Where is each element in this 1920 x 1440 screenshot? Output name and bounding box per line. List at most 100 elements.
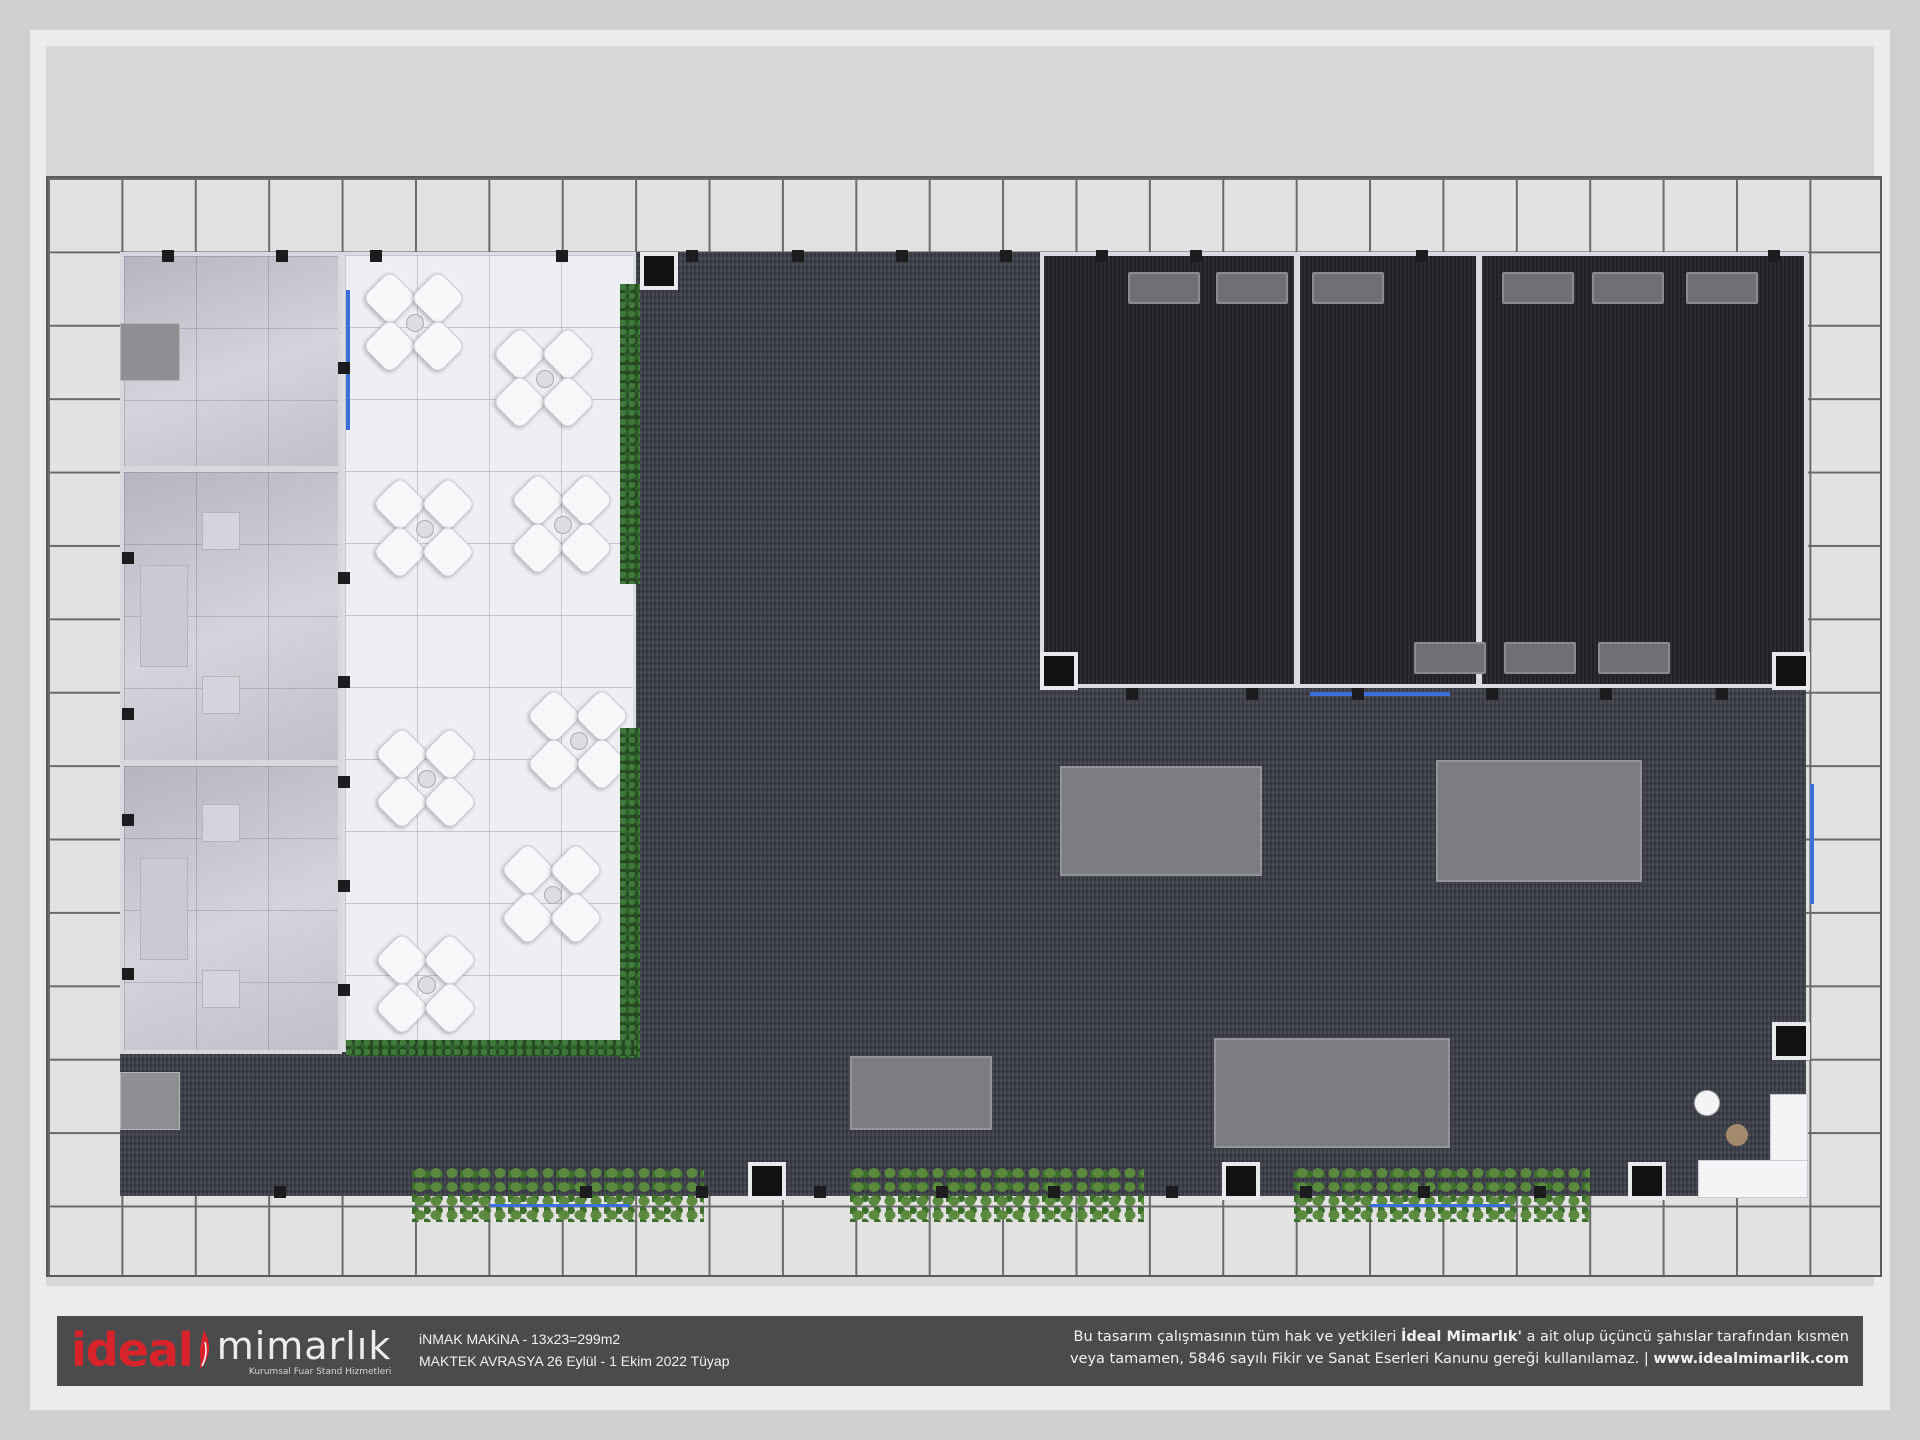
cafe-seating-group [361, 269, 467, 375]
copyright-brand: İdeal Mimarlık' [1401, 1329, 1522, 1345]
wall-pillar [580, 1186, 592, 1198]
meeting-table-1 [140, 565, 188, 667]
reception-person [1726, 1124, 1748, 1146]
cafe-seating-group [499, 841, 605, 947]
wall-pillar [338, 880, 350, 892]
wall-pillar [122, 708, 134, 720]
wall-pillar [1600, 688, 1612, 700]
wall-pillar [370, 250, 382, 262]
wall-pillar [1534, 1186, 1546, 1198]
display-bench [1216, 272, 1288, 304]
display-bench [1414, 642, 1486, 674]
wall-pillar [338, 776, 350, 788]
display-bench [1504, 642, 1576, 674]
hedge-planter [346, 1040, 636, 1056]
machine-display-platform [1436, 760, 1642, 882]
wall-pillar [276, 250, 288, 262]
wall-pillar [1416, 250, 1428, 262]
display-bench [1592, 272, 1664, 304]
machine-display-platform [1060, 766, 1262, 876]
display-bench [1312, 272, 1384, 304]
display-room-3 [1478, 252, 1808, 688]
wall-pillar [814, 1186, 826, 1198]
project-info: iNMAK MAKiNA - 13x23=299m2 MAKTEK AVRASY… [419, 1328, 729, 1372]
wall-pillar [936, 1186, 948, 1198]
structural-post [1772, 1022, 1810, 1060]
wall-pillar [1486, 688, 1498, 700]
logo-tagline: Kurumsal Fuar Stand Hizmetleri [248, 1367, 392, 1377]
structural-post [748, 1162, 786, 1200]
project-event: MAKTEK AVRASYA 26 Eylül - 1 Ekim 2022 Tü… [419, 1353, 730, 1369]
wall-pillar [122, 552, 134, 564]
wall-pillar [1048, 1186, 1060, 1198]
meeting-chair [202, 804, 240, 842]
wall-pillar [1126, 688, 1138, 700]
wall-pillar [696, 1186, 708, 1198]
copyright-text: veya tamamen, 5846 sayılı Fikir ve Sanat… [1069, 1351, 1654, 1367]
wall-pillar [1300, 1186, 1312, 1198]
wall-pillar [1000, 250, 1012, 262]
structural-post [1040, 652, 1078, 690]
display-room-1 [1040, 252, 1298, 688]
reception-counter [1698, 1160, 1808, 1198]
wall-pillar [792, 250, 804, 262]
wall-pillar [1352, 688, 1364, 700]
meeting-chair [202, 970, 240, 1008]
wall-pillar [1246, 688, 1258, 700]
machine-display-platform [1214, 1038, 1450, 1148]
structural-post [1772, 652, 1810, 690]
display-bench [1598, 642, 1670, 674]
corner-cabinet [120, 1072, 180, 1130]
wall-pillar [338, 572, 350, 584]
meeting-chair [202, 676, 240, 714]
logo-wordmark-ideal: ideal [71, 1323, 194, 1377]
brand-logo: ideal mimarlık Kurumsal Fuar Stand Hizme… [71, 1322, 391, 1378]
wall-pillar [122, 814, 134, 826]
display-bench [1502, 272, 1574, 304]
wall-pillar [274, 1186, 286, 1198]
blue-led-strip [490, 1204, 630, 1207]
storage-cabinet [120, 323, 180, 381]
wall-pillar [122, 968, 134, 980]
copyright-text: Bu tasarım çalışmasının tüm hak ve yetki… [1073, 1329, 1402, 1345]
wall-pillar [896, 250, 908, 262]
blue-led-strip [1810, 784, 1814, 904]
meeting-table-2 [140, 858, 188, 960]
cafe-seating-group [509, 471, 615, 577]
reception-stool [1694, 1090, 1720, 1116]
cafe-seating-group [371, 475, 477, 581]
front-planter [412, 1166, 704, 1222]
wall-pillar [1418, 1186, 1430, 1198]
meeting-chair [202, 512, 240, 550]
blue-led-strip [1370, 1204, 1510, 1207]
wall-pillar [338, 984, 350, 996]
flame-icon [198, 1330, 209, 1370]
wall-pillar [556, 250, 568, 262]
wall-pillar [686, 250, 698, 262]
blue-led-strip [346, 290, 350, 430]
structural-post [1222, 1162, 1260, 1200]
display-bench [1128, 272, 1200, 304]
wall-pillar [338, 676, 350, 688]
display-bench [1686, 272, 1758, 304]
cafe-seating-group [373, 725, 479, 831]
logo-wordmark-mimarlik: mimarlık [216, 1324, 392, 1368]
wall-pillar [1190, 250, 1202, 262]
footer-banner: ideal mimarlık Kurumsal Fuar Stand Hizme… [57, 1316, 1863, 1386]
cafe-seating-group [491, 325, 597, 431]
wall-pillar [162, 250, 174, 262]
copyright-notice: Bu tasarım çalışmasının tüm hak ve yetki… [1070, 1326, 1849, 1370]
hedge-planter [620, 728, 640, 1058]
website-link[interactable]: www.idealmimarlik.com [1653, 1351, 1849, 1367]
hedge-planter [620, 284, 640, 584]
cafe-seating-group [525, 687, 631, 793]
wall-pillar [1166, 1186, 1178, 1198]
wall-pillar [1768, 250, 1780, 262]
structural-post [1628, 1162, 1666, 1200]
structural-post [640, 252, 678, 290]
display-room-2 [1296, 252, 1480, 688]
wall-pillar [1716, 688, 1728, 700]
front-planter [850, 1166, 1144, 1222]
project-title: iNMAK MAKiNA - 13x23=299m2 [419, 1331, 621, 1347]
cafe-seating-group [373, 931, 479, 1037]
